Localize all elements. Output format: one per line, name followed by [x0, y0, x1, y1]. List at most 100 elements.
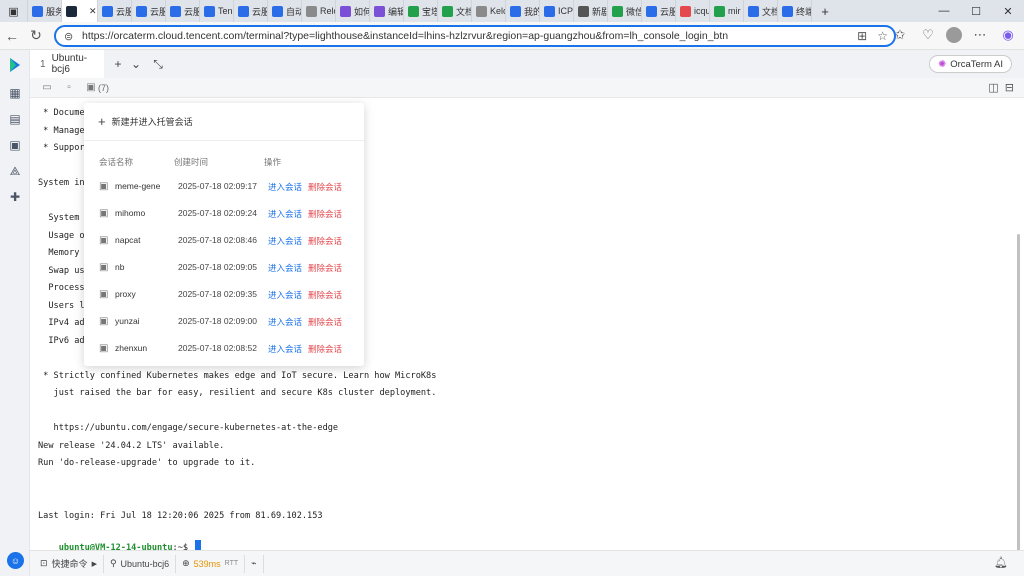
monitor-button[interactable]: ⌁ [245, 554, 264, 573]
scrollbar-thumb[interactable] [1017, 234, 1020, 554]
host-indicator[interactable]: ⚲ Ubuntu-bcj6 [104, 554, 177, 573]
browser-tab[interactable]: 终端 [778, 0, 812, 22]
session-count: (7) [98, 82, 109, 93]
terminal-line: Run 'do-release-upgrade' to upgrade to i… [38, 458, 256, 468]
maximize-button[interactable]: ☐ [960, 0, 992, 22]
delete-session-link[interactable]: 删除会话 [308, 343, 342, 355]
notification-bell-icon[interactable]: 🔔︎ [994, 556, 1008, 569]
terminal-scrollbar[interactable] [1014, 198, 1024, 568]
delete-session-link[interactable]: 删除会话 [308, 235, 342, 247]
quick-command-button[interactable]: ⊡ 快捷命令 ▶ [34, 554, 104, 573]
browser-tab[interactable]: 如何 [336, 0, 370, 22]
session-name: nb [115, 262, 125, 272]
browser-tab[interactable]: 云服 [642, 0, 676, 22]
tab-favicon-icon [680, 5, 691, 17]
browser-tab[interactable]: 宝塔 [404, 0, 438, 22]
add-tab-icon[interactable]: + [110, 56, 126, 72]
enter-session-link[interactable]: 进入会话 [268, 343, 302, 355]
browser-tab-label: Kelo [490, 6, 505, 16]
tab-ubuntu-bcj6[interactable]: 1 Ubuntu-bcj6 [30, 50, 104, 78]
delete-session-link[interactable]: 删除会话 [308, 316, 342, 328]
chevron-down-icon[interactable]: ⌄ [128, 56, 144, 72]
browser-tab[interactable]: 编辑 [370, 0, 404, 22]
session-icon: ▣ [99, 343, 109, 354]
browser-tab-label: Relo [320, 6, 335, 16]
tab-actions-icon[interactable]: ▣ [0, 0, 28, 22]
close-window-button[interactable]: ✕ [992, 0, 1024, 22]
upload-icon[interactable]: ▫ [58, 78, 80, 98]
expand-icon[interactable]: ⤡ [150, 56, 166, 72]
enter-session-link[interactable]: 进入会话 [268, 208, 302, 220]
bookmark-star-icon[interactable]: ☆ [877, 29, 888, 43]
enter-session-link[interactable]: 进入会话 [268, 181, 302, 193]
site-info-icon[interactable]: ⊜ [64, 30, 76, 43]
tab-favicon-icon [578, 5, 589, 17]
back-button[interactable]: ← [0, 24, 24, 48]
browser-tab-label: 云服 [150, 6, 165, 17]
browser-tab[interactable]: 云服 [234, 0, 268, 22]
files-icon[interactable]: ▤ [0, 106, 30, 132]
split-horizontal-icon[interactable]: ⊟ [1005, 81, 1014, 94]
browser-tab-label: ICP [558, 6, 574, 16]
enter-session-link[interactable]: 进入会话 [268, 289, 302, 301]
tab-favicon-icon [170, 5, 181, 17]
copilot-icon[interactable]: ◉ [998, 25, 1018, 45]
browser-tab[interactable]: 云服 [98, 0, 132, 22]
terminal-line: Users lo [38, 300, 90, 311]
browser-tab[interactable]: mir [710, 0, 744, 22]
folder-icon[interactable]: ▭ [36, 78, 58, 98]
enter-session-link[interactable]: 进入会话 [268, 262, 302, 274]
storage-icon[interactable]: ▣ [0, 132, 30, 158]
browser-tab[interactable]: 云服 [166, 0, 200, 22]
delete-session-link[interactable]: 删除会话 [308, 208, 342, 220]
new-session-button[interactable]: + 新建并进入托管会话 [98, 114, 193, 129]
reload-button[interactable]: ↻ [24, 24, 48, 48]
tab-favicon-icon [476, 5, 487, 17]
orcaterm-ai-button[interactable]: ✺ OrcaTerm AI [929, 55, 1012, 73]
delete-session-link[interactable]: 删除会话 [308, 289, 342, 301]
browser-tab-label: 宝塔 [422, 6, 437, 17]
url-field[interactable]: ⊜ https://orcaterm.cloud.tencent.com/ter… [54, 25, 896, 47]
terminal-line: * Strictly confined Kubernetes makes edg… [38, 370, 437, 381]
favorites-icon[interactable]: ✩ [890, 25, 910, 45]
terminal-line: Swap usa [38, 265, 90, 276]
browser-tab[interactable]: 新剧 [574, 0, 608, 22]
browser-tab[interactable]: ICP [540, 0, 574, 22]
session-time: 2025-07-18 02:09:00 [178, 316, 257, 326]
network-icon[interactable]: ⟁ [0, 158, 30, 184]
browser-tab[interactable]: 文档 [744, 0, 778, 22]
browser-tab[interactable]: icqu [676, 0, 710, 22]
tab-favicon-icon [714, 5, 725, 17]
delete-session-link[interactable]: 删除会话 [308, 262, 342, 274]
enter-session-link[interactable]: 进入会话 [268, 316, 302, 328]
browser-tab-label: 云服 [252, 6, 267, 17]
browser-tab[interactable]: 文档 [438, 0, 472, 22]
browser-tab[interactable]: 云服 [132, 0, 166, 22]
browser-tab[interactable]: Relo [302, 0, 336, 22]
browser-tab[interactable]: 微信 [608, 0, 642, 22]
browser-tab[interactable]: 我的 [506, 0, 540, 22]
host-label: Ubuntu-bcj6 [120, 558, 170, 569]
browser-tab[interactable]: 自动 [268, 0, 302, 22]
browser-essentials-icon[interactable]: ♡ [918, 25, 938, 45]
apps-icon[interactable]: ⊞ [857, 29, 867, 43]
dashboard-icon[interactable]: ▦ [0, 80, 30, 106]
delete-session-link[interactable]: 删除会话 [308, 181, 342, 193]
new-tab-button[interactable]: + [812, 0, 834, 22]
tab-favicon-icon [272, 5, 283, 17]
session-row: ▣ proxy 2025-07-18 02:09:35 进入会话 删除会话 [84, 282, 364, 309]
profile-avatar[interactable] [946, 27, 962, 43]
header-created-time: 创建时间 [174, 157, 209, 167]
browser-tab[interactable]: ✕ [62, 0, 98, 22]
browser-tab[interactable]: Kelo [472, 0, 506, 22]
plugins-icon[interactable]: ✚ [0, 184, 30, 210]
minimize-button[interactable]: — [928, 0, 960, 22]
close-tab-icon[interactable]: ✕ [89, 6, 97, 17]
tab-favicon-icon [748, 5, 759, 17]
more-menu-icon[interactable]: ⋯ [970, 25, 990, 45]
enter-session-link[interactable]: 进入会话 [268, 235, 302, 247]
split-vertical-icon[interactable]: ◫ [988, 81, 998, 94]
support-avatar-icon[interactable]: ☺ [7, 552, 24, 569]
browser-tab[interactable]: Ten [200, 0, 234, 22]
browser-tab[interactable]: 服务 [28, 0, 62, 22]
